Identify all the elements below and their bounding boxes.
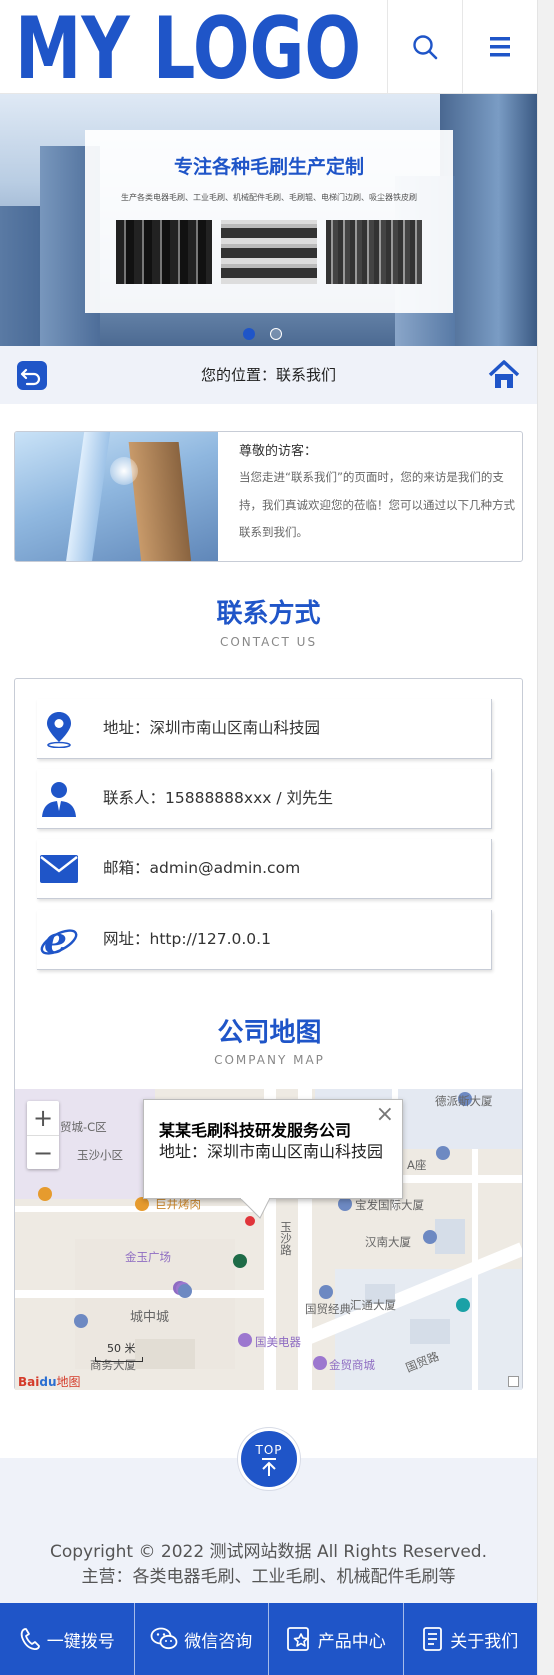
banner-subtitle: 生产各类电器毛刷、工业毛刷、机械配件毛刷、毛刷辊、电梯门边刷、吸尘器铁皮刷: [121, 193, 417, 202]
map-popup-title: 某某毛刷科技研发服务公司: [159, 1121, 352, 1140]
zoom-in-button[interactable]: +: [27, 1101, 59, 1135]
nav-about-label: 关于我们: [450, 1631, 519, 1652]
breadcrumb-bar: 您的位置：联系我们: [0, 346, 537, 404]
map-scale-bar: [95, 1357, 143, 1362]
about-icon: [423, 1627, 443, 1651]
banner-slider[interactable]: 专注各种毛刷生产定制 生产各类电器毛刷、工业毛刷、机械配件毛刷、毛刷辊、电梯门边…: [0, 94, 537, 346]
svg-text:MY LOGO: MY LOGO: [15, 12, 361, 82]
contact-website: 网址：http://127.0.0.1: [103, 930, 271, 948]
baidu-map-logo: Baidu地图: [18, 1375, 81, 1389]
map-popup-address: 地址：深圳市南山区南山科技园: [159, 1142, 384, 1161]
back-button[interactable]: [17, 361, 47, 390]
nav-about[interactable]: 关于我们: [404, 1603, 538, 1675]
arrow-up-icon: [262, 1458, 276, 1476]
breadcrumb: 您的位置：联系我们: [200, 366, 336, 384]
search-icon: [413, 35, 438, 60]
back-arrow-icon: [20, 368, 41, 386]
copyright: Copyright © 2022 测试网站数据 All Rights Reser…: [50, 1542, 487, 1562]
menu-button[interactable]: [462, 0, 537, 94]
person-icon: [37, 777, 81, 821]
banner-title: 专注各种毛刷生产定制: [173, 156, 364, 178]
search-button[interactable]: [387, 0, 462, 94]
zoom-out-button[interactable]: −: [27, 1135, 59, 1169]
intro-title: 尊敬的访客：: [239, 444, 318, 459]
nav-call-label: 一键拨号: [46, 1631, 115, 1652]
business-scope: 主营：各类电器毛刷、工业毛刷、机械配件毛刷等: [81, 1567, 456, 1587]
map-label: 汉南大厦: [365, 1235, 411, 1249]
header: MY LOGO: [0, 0, 537, 94]
map-resize-icon[interactable]: [508, 1376, 519, 1387]
nav-call[interactable]: 一键拨号: [0, 1603, 135, 1675]
map-label: A座: [407, 1158, 427, 1172]
scrollbar[interactable]: [537, 0, 554, 1675]
contact-box: 地址：深圳市南山区南山科技园 联系人：15888888xxx / 刘先生 邮箱：…: [14, 678, 523, 1390]
mail-icon: [37, 847, 81, 891]
product-icon: [286, 1627, 309, 1651]
menu-icon: [490, 37, 510, 57]
phone-icon: [20, 1628, 40, 1650]
nav-wechat[interactable]: 微信咨询: [135, 1603, 269, 1675]
bottom-nav: 一键拨号 微信咨询 产品中心 关于我们: [0, 1603, 537, 1675]
map-label: 玉沙路: [279, 1221, 293, 1256]
contact-title: 联系方式: [216, 599, 321, 629]
contact-person: 联系人：15888888xxx / 刘先生: [103, 789, 333, 807]
contact-row-website: e 网址：http://127.0.0.1: [37, 910, 492, 970]
page: MY LOGO 专注各种毛刷生产定制 生产各类电器毛刷、工业毛刷、机械配件毛刷、…: [0, 0, 537, 1675]
map-label: 贸城-C区: [60, 1120, 107, 1134]
brush-photo-2: [221, 220, 317, 284]
contact-email: 邮箱：admin@admin.com: [103, 859, 301, 877]
map-popup-pointer: [240, 1198, 271, 1219]
map-label: 国美电器: [255, 1335, 301, 1349]
map-label: 玉沙小区: [77, 1148, 123, 1162]
nav-products[interactable]: 产品中心: [269, 1603, 404, 1675]
top-label: TOP: [255, 1443, 283, 1457]
map-subtitle: COMPANY MAP: [214, 1053, 325, 1067]
contact-row-email: 邮箱：admin@admin.com: [37, 839, 492, 899]
intro-text: 当您走进“联系我们”的页面时，您的来访是我们的支持，我们真诚欢迎您的莅临！您可以…: [239, 470, 515, 539]
slide-dot-1[interactable]: [243, 328, 255, 340]
map-scale: 50 米: [95, 1337, 143, 1362]
location-pin-icon: [37, 707, 81, 751]
map-label: 城中城: [130, 1310, 170, 1325]
map-label: 宝发国际大厦: [355, 1198, 424, 1212]
map-label: 汇通大厦: [350, 1298, 396, 1312]
nav-wechat-label: 微信咨询: [184, 1631, 253, 1652]
ie-browser-icon: e: [37, 918, 81, 962]
visitor-intro: 尊敬的访客： 当您走进“联系我们”的页面时，您的来访是我们的支持，我们真诚欢迎您…: [14, 431, 523, 562]
map-title: 公司地图: [217, 1018, 322, 1048]
contact-row-address: 地址：深圳市南山区南山科技园: [37, 699, 492, 759]
company-map[interactable]: + − 玉沙小区 贸城-C区 巨井烤肉 金玉广场 城中城 宝发国际大厦 汉南大厦…: [15, 1089, 522, 1390]
map-scale-label: 50 米: [107, 1342, 136, 1355]
contact-subtitle: CONTACT US: [219, 635, 318, 649]
contact-address: 地址：深圳市南山区南山科技园: [103, 719, 321, 737]
brush-photo-3: [326, 220, 422, 284]
map-label: 国贸经典: [305, 1302, 351, 1316]
close-icon[interactable]: ×: [376, 1104, 394, 1126]
banner-card: 专注各种毛刷生产定制 生产各类电器毛刷、工业毛刷、机械配件毛刷、毛刷辊、电梯门边…: [85, 130, 453, 313]
site-logo[interactable]: MY LOGO: [15, 12, 365, 82]
nav-products-label: 产品中心: [317, 1631, 386, 1652]
map-label: 金玉广场: [125, 1250, 171, 1264]
map-info-window: 某某毛刷科技研发服务公司 地址：深圳市南山区南山科技园 ×: [143, 1099, 403, 1199]
map-label: 德派斯大厦: [435, 1094, 493, 1108]
intro-image: [15, 432, 218, 561]
wechat-icon: [150, 1627, 178, 1650]
map-label: 金贸商城: [329, 1358, 375, 1372]
slide-dot-2[interactable]: [270, 328, 282, 340]
contact-row-person: 联系人：15888888xxx / 刘先生: [37, 769, 492, 829]
brush-photo-1: [116, 220, 212, 284]
map-zoom-control[interactable]: + −: [27, 1101, 59, 1169]
home-icon[interactable]: [488, 359, 520, 391]
back-to-top-button[interactable]: TOP: [238, 1428, 300, 1490]
